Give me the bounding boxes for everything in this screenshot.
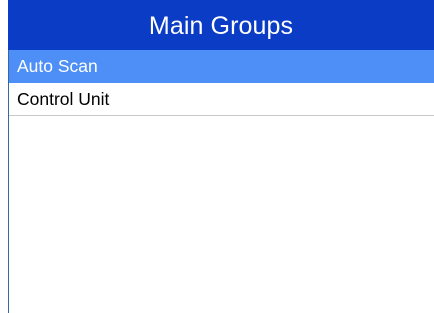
menu-item-label: Control Unit (17, 88, 110, 109)
main-groups-menu: Auto Scan Control Unit (9, 50, 434, 116)
menu-item-auto-scan[interactable]: Auto Scan (9, 50, 434, 83)
main-groups-screen: Main Groups Auto Scan Control Unit (0, 0, 434, 313)
page-title: Main Groups (148, 11, 294, 40)
title-bar: Main Groups (8, 0, 434, 50)
menu-item-control-unit[interactable]: Control Unit (9, 83, 434, 116)
menu-item-label: Auto Scan (17, 55, 98, 76)
